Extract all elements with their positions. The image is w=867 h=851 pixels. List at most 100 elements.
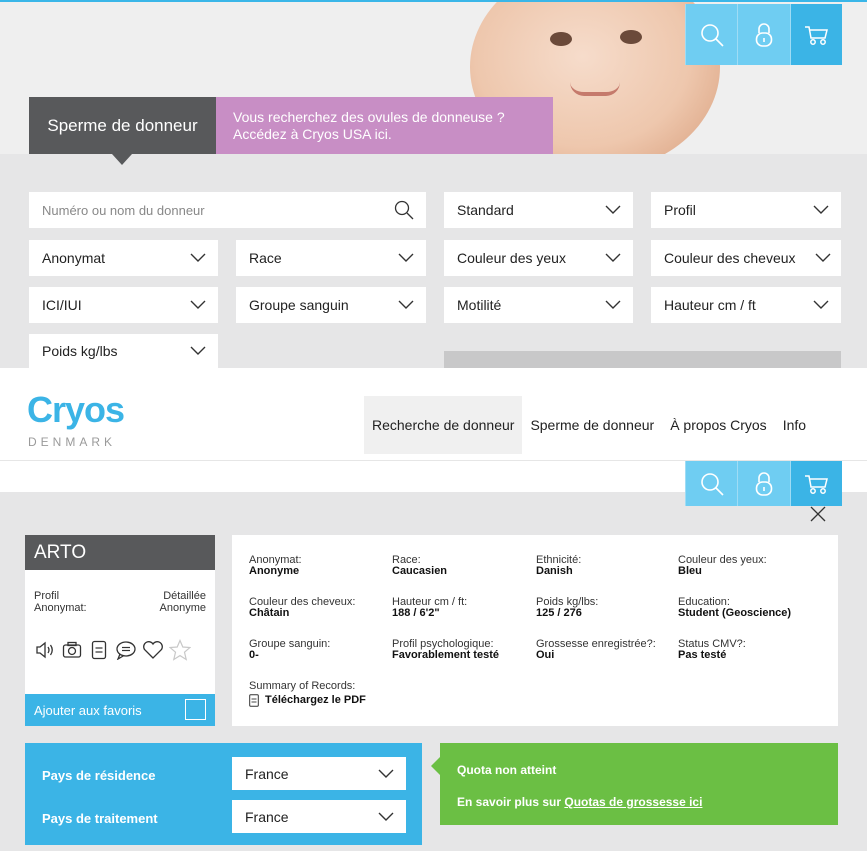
chevron-down-icon xyxy=(815,253,831,262)
card-profil-value: Détaillée xyxy=(163,590,206,602)
quota-link[interactable]: Quotas de grossesse ici xyxy=(564,795,702,809)
camera-icon[interactable] xyxy=(61,639,83,661)
hair-color-label: Couleur des cheveux xyxy=(664,250,796,266)
quota-more-info: En savoir plus sur Quotas de grossesse i… xyxy=(457,795,702,809)
lock-icon[interactable] xyxy=(737,4,790,65)
detail-value: Pas testé xyxy=(678,649,727,661)
chevron-down-icon xyxy=(605,253,621,262)
profil-label: Profil xyxy=(664,202,696,218)
chevron-down-icon xyxy=(190,300,206,309)
download-pdf-label: Téléchargez le PDF xyxy=(265,694,366,706)
residence-select[interactable]: France xyxy=(232,757,406,790)
chevron-down-icon xyxy=(378,812,394,821)
star-icon[interactable] xyxy=(169,639,191,661)
audio-icon[interactable] xyxy=(34,639,56,661)
detail-item: Ethnicité: Danish xyxy=(536,555,581,577)
card-profil-label: Profil xyxy=(34,590,60,602)
detail-value: 125 / 276 xyxy=(536,607,582,619)
detail-value: Anonyme xyxy=(249,565,300,577)
detail-item: Couleur des cheveux: Châtain xyxy=(249,597,355,619)
detail-value: Student (Geoscience) xyxy=(678,607,792,619)
anonymat-label: Anonymat xyxy=(42,250,106,266)
detail-value: Caucasien xyxy=(392,565,448,577)
search-placeholder: Numéro ou nom du donneur xyxy=(42,202,205,218)
chevron-down-icon xyxy=(605,300,621,309)
detail-value: 0- xyxy=(249,649,259,661)
detail-item: Status CMV?: Pas testé xyxy=(678,639,746,661)
add-to-favorites-button[interactable]: Ajouter aux favoris xyxy=(25,694,215,726)
donor-card: ARTO Profil Anonymat: Détaillée Anonyme … xyxy=(25,535,215,726)
blood-group-label: Groupe sanguin xyxy=(249,297,349,313)
treatment-select[interactable]: France xyxy=(232,800,406,833)
speech-bubble-icon[interactable] xyxy=(115,639,137,661)
nav-donor-search[interactable]: Recherche de donneur xyxy=(364,396,523,454)
search-icon[interactable] xyxy=(685,461,738,506)
tab-donor-sperm[interactable]: Sperme de donneur xyxy=(29,97,216,154)
height-select[interactable]: Hauteur cm / ft xyxy=(651,287,841,323)
detail-value: Oui xyxy=(536,649,555,661)
tab-active-notch xyxy=(112,154,132,165)
donor-name: ARTO xyxy=(25,535,215,570)
detail-value: 188 / 6'2" xyxy=(392,607,440,619)
blood-group-select[interactable]: Groupe sanguin xyxy=(236,287,426,323)
stroller-cart-icon[interactable] xyxy=(789,461,842,506)
detail-item: Poids kg/lbs: 125 / 276 xyxy=(536,597,598,619)
treatment-value: France xyxy=(245,808,289,825)
top-icon-bar xyxy=(685,4,842,65)
logo[interactable]: Cryos xyxy=(27,392,125,428)
race-select[interactable]: Race xyxy=(236,240,426,276)
search-button-placeholder[interactable] xyxy=(444,351,841,368)
height-label: Hauteur cm / ft xyxy=(664,297,756,313)
card-anonymat-value: Anonyme xyxy=(159,602,206,614)
main-nav: Recherche de donneur Sperme de donneur À… xyxy=(364,396,814,454)
tab-cryos-usa[interactable]: Vous recherchez des ovules de donneuse ?… xyxy=(216,97,553,154)
close-icon[interactable] xyxy=(809,505,827,523)
anonymat-select[interactable]: Anonymat xyxy=(29,240,218,276)
tab-usa-line2: Accédez à Cryos USA ici. xyxy=(233,126,392,142)
motility-select[interactable]: Motilité xyxy=(444,287,633,323)
chevron-down-icon xyxy=(813,205,829,214)
residence-label: Pays de résidence xyxy=(42,768,156,783)
stroller-cart-icon[interactable] xyxy=(789,4,842,65)
residence-value: France xyxy=(245,765,289,782)
chevron-down-icon xyxy=(378,769,394,778)
heart-icon[interactable] xyxy=(142,639,164,661)
nav-donor-sperm[interactable]: Sperme de donneur xyxy=(522,396,662,454)
weight-select[interactable]: Poids kg/lbs xyxy=(29,334,218,368)
chevron-down-icon xyxy=(813,300,829,309)
ici-iui-select[interactable]: ICI/IUI xyxy=(29,287,218,323)
quota-status: Quota non atteint xyxy=(457,763,557,777)
search-icon[interactable] xyxy=(685,4,738,65)
detail-value: Châtain xyxy=(249,607,290,619)
detail-item: Race: Caucasien xyxy=(392,555,447,577)
favorites-checkbox[interactable] xyxy=(185,699,206,720)
eye-color-select[interactable]: Couleur des yeux xyxy=(444,240,633,276)
profil-label: Profil Anonymat: xyxy=(34,590,87,614)
race-label: Race xyxy=(249,250,282,266)
quota-panel: Quota non atteint En savoir plus sur Quo… xyxy=(440,743,838,825)
chevron-down-icon xyxy=(398,253,414,262)
detail-item: Profil psychologique: Favorablement testé xyxy=(392,639,499,661)
chevron-down-icon xyxy=(190,346,206,355)
favorites-label: Ajouter aux favoris xyxy=(34,703,142,718)
profil-values: Détaillée Anonyme xyxy=(160,590,206,614)
download-pdf-link[interactable]: Téléchargez le PDF xyxy=(249,694,366,707)
detail-item: Hauteur cm / ft: 188 / 6'2" xyxy=(392,597,467,619)
quota-more-prefix: En savoir plus sur xyxy=(457,795,565,809)
chevron-down-icon xyxy=(398,300,414,309)
nav-info[interactable]: Info xyxy=(775,396,814,454)
standard-select[interactable]: Standard xyxy=(444,192,633,228)
search-icon[interactable] xyxy=(394,200,414,220)
motility-label: Motilité xyxy=(457,297,502,313)
media-icons xyxy=(34,639,191,661)
profil-select[interactable]: Profil xyxy=(651,192,841,228)
document-icon[interactable] xyxy=(88,639,110,661)
standard-label: Standard xyxy=(457,202,514,218)
search-input[interactable]: Numéro ou nom du donneur xyxy=(29,192,426,228)
detail-value: Danish xyxy=(536,565,573,577)
hair-color-select[interactable]: Couleur des cheveux xyxy=(651,240,841,276)
detail-label: Summary of Records: xyxy=(249,680,356,692)
logo-subtitle: DENMARK xyxy=(28,435,117,449)
lock-icon[interactable] xyxy=(737,461,790,506)
nav-about[interactable]: À propos Cryos xyxy=(662,396,774,454)
